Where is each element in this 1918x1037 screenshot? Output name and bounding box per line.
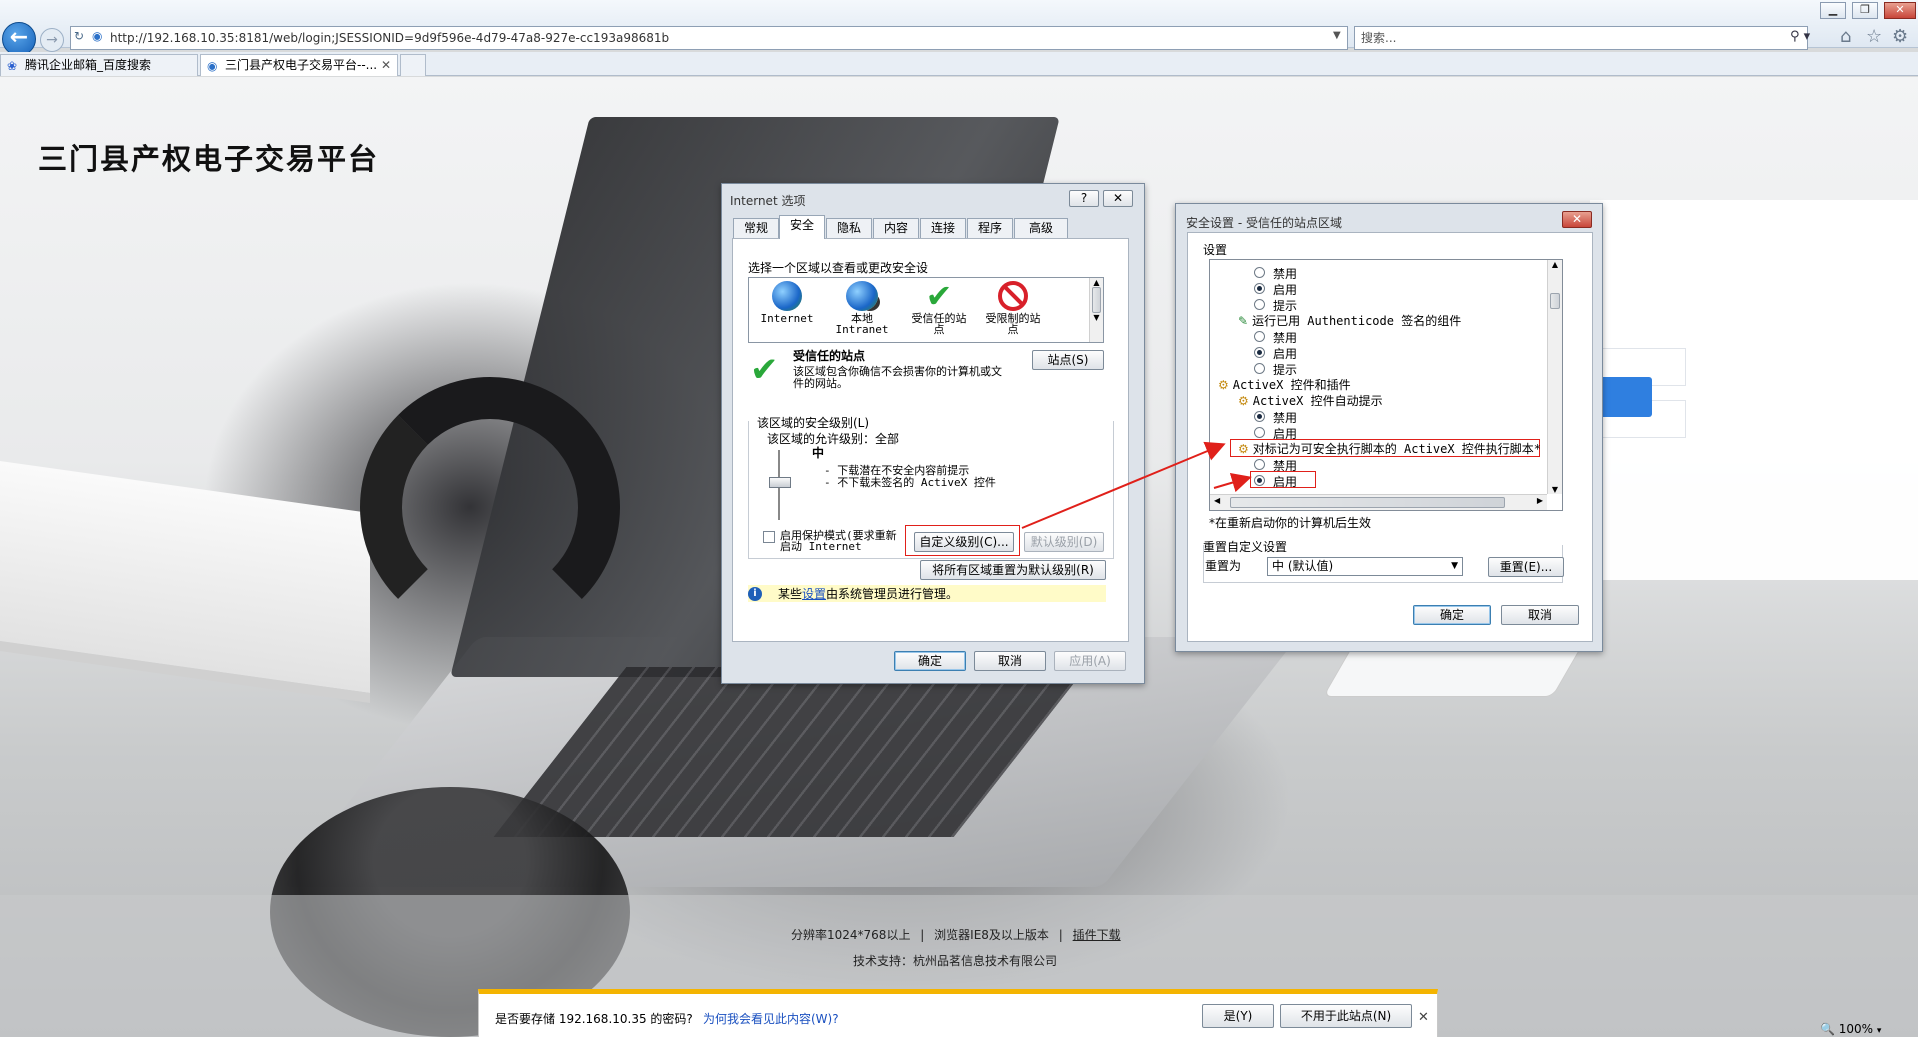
notification-message: 是否要存储 192.168.10.35 的密码? xyxy=(495,1012,693,1026)
zoom-indicator[interactable]: 🔍 100% ▾ xyxy=(1820,1022,1881,1036)
save-password-yes-button[interactable]: 是(Y) xyxy=(1202,1004,1274,1028)
notification-close-icon[interactable]: ✕ xyxy=(1418,1010,1429,1025)
why-link[interactable]: 为何我会看见此内容(W)? xyxy=(703,1010,839,1027)
annotation-arrows xyxy=(1021,441,1252,529)
never-for-site-button[interactable]: 不用于此站点(N) xyxy=(1280,1004,1412,1028)
arrow-to-enable xyxy=(1213,472,1252,493)
zoom-icon: 🔍 xyxy=(1820,1022,1835,1036)
arrow-to-script-setting xyxy=(1021,441,1226,529)
tab-security[interactable]: 安全 xyxy=(779,215,825,239)
